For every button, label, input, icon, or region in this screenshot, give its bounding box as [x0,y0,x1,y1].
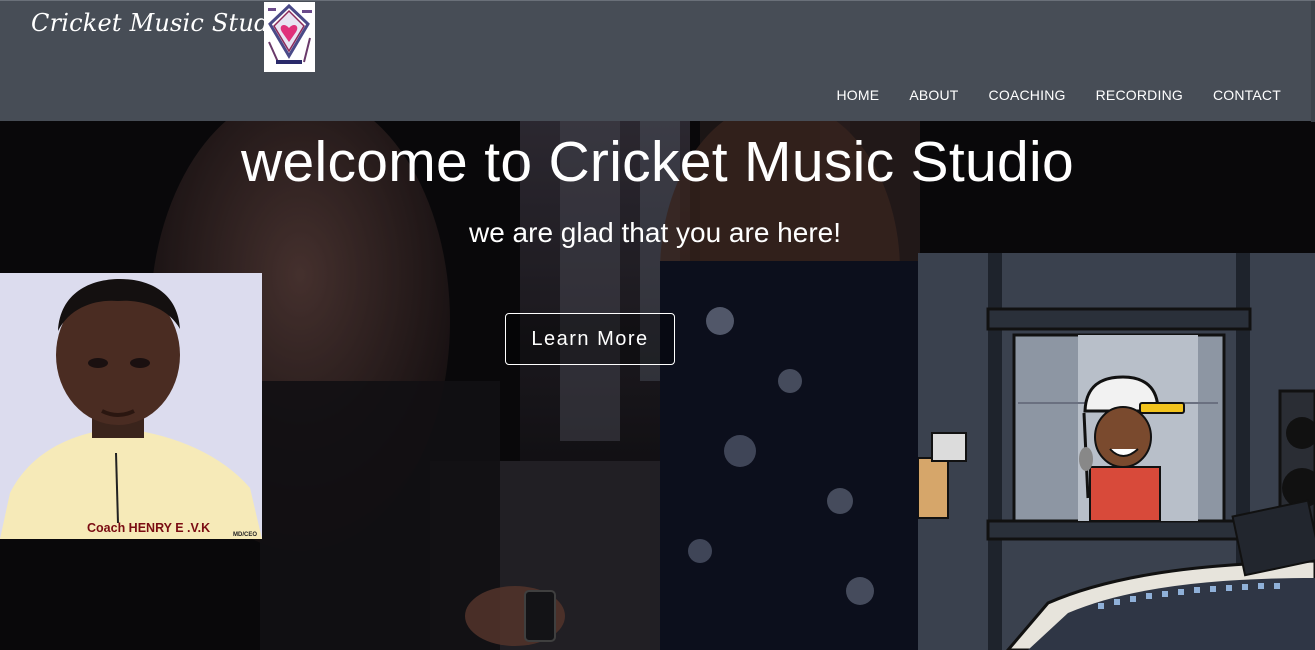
brand-link[interactable]: Cricket Music Studio [31,9,292,37]
nav-home[interactable]: HOME [822,87,895,103]
nav-coaching[interactable]: COACHING [974,87,1081,103]
nav-contact[interactable]: CONTACT [1198,87,1296,103]
hero-title: welcome to Cricket Music Studio [241,130,1074,194]
coach-portrait-image [0,273,262,539]
nav-about[interactable]: ABOUT [894,87,973,103]
learn-more-button[interactable]: Learn More [505,313,675,365]
navbar: Cricket Music Studio HOME ABOUT COACHING… [0,0,1315,122]
coach-photo: Coach HENRY E .V.K MD/CEO [0,273,262,539]
coach-caption: Coach HENRY E .V.K [87,521,211,535]
hero-subtitle: we are glad that you are here! [468,217,841,248]
page-scrollbar[interactable] [1311,1,1315,122]
page: Cricket Music Studio HOME ABOUT COACHING… [0,0,1315,650]
studio-logo-icon[interactable] [264,2,315,72]
nav-recording[interactable]: RECORDING [1081,87,1198,103]
main-nav: HOME ABOUT COACHING RECORDING CONTACT [822,87,1297,103]
coach-subcaption: MD/CEO [233,532,257,538]
studio-illustration-image [918,253,1315,650]
hero-section: welcome to Cricket Music Studio we are g… [0,121,1315,650]
